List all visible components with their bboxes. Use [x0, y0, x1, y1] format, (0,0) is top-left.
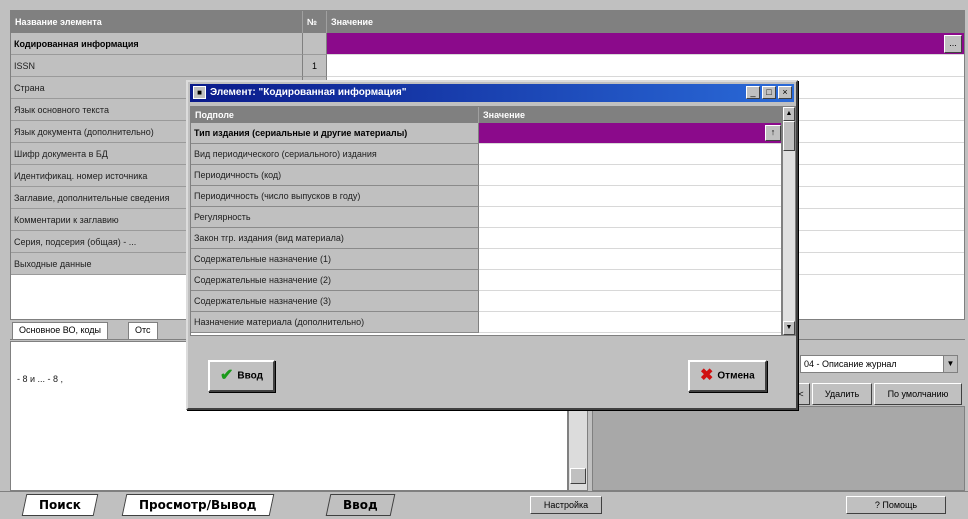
list-item[interactable]: Содержательные назначение (1): [191, 249, 781, 270]
tab-main-codes[interactable]: Основное ВО, коды: [12, 322, 109, 339]
tab-view-output-label: Просмотр/Вывод: [139, 498, 257, 512]
tab-second[interactable]: Отс: [128, 322, 158, 339]
tab-search[interactable]: Поиск: [21, 494, 99, 516]
list-item[interactable]: Содержательные назначение (3): [191, 291, 781, 312]
subfield-label[interactable]: Закон тгр. издания (вид материала): [191, 228, 479, 249]
default-button[interactable]: По умолчанию: [874, 383, 962, 405]
tab-input-label: Ввод: [343, 498, 378, 512]
subfield-label[interactable]: Назначение материала (дополнительно): [191, 312, 479, 333]
column-header-no[interactable]: №: [303, 11, 327, 33]
element-dialog: ■ Элемент: "Кодированная информация" _ □…: [186, 80, 798, 410]
row-value-cell[interactable]: ...: [327, 33, 964, 55]
bottom-bar: Поиск Просмотр/Вывод Ввод Настройка ? По…: [0, 491, 968, 519]
row-number-cell: 1: [303, 55, 327, 77]
subfield-label[interactable]: Периодичность (код): [191, 165, 479, 186]
empty-panel: [592, 406, 965, 491]
list-item[interactable]: Периодичность (число выпусков в году): [191, 186, 781, 207]
list-item[interactable]: Закон тгр. издания (вид материала): [191, 228, 781, 249]
subfield-scrollbar[interactable]: ▲ ▼: [782, 106, 796, 336]
column-header-name[interactable]: Название элемента: [11, 11, 303, 33]
row-value-cell[interactable]: [327, 55, 964, 77]
minimize-icon[interactable]: _: [746, 86, 760, 99]
close-icon[interactable]: ×: [778, 86, 792, 99]
cancel-button[interactable]: ✖ Отмена: [688, 360, 767, 392]
list-item[interactable]: Периодичность (код): [191, 165, 781, 186]
dialog-title: Элемент: "Кодированная информация": [210, 87, 407, 98]
column-header-value[interactable]: Значение: [327, 11, 964, 33]
list-item[interactable]: Регулярность: [191, 207, 781, 228]
subfield-label[interactable]: Периодичность (число выпусков в году): [191, 186, 479, 207]
cross-icon: ✖: [700, 367, 714, 384]
row-name-cell[interactable]: ISSN: [11, 55, 303, 77]
subfield-label[interactable]: Тип издания (сериальные и другие материа…: [191, 123, 479, 144]
subfield-value[interactable]: [479, 312, 781, 333]
subfield-label[interactable]: Вид периодического (сериального) издания: [191, 144, 479, 165]
tab-input[interactable]: Ввод: [325, 494, 396, 516]
table-row[interactable]: Кодированная информация...: [11, 33, 964, 55]
subfield-value[interactable]: [479, 207, 781, 228]
ok-button[interactable]: ✔ Ввод: [208, 360, 275, 392]
subfield-value[interactable]: [479, 228, 781, 249]
chevron-down-icon[interactable]: ▼: [943, 356, 957, 372]
list-item[interactable]: Содержательные назначение (2): [191, 270, 781, 291]
tab-search-label: Поиск: [39, 498, 81, 512]
subfield-label[interactable]: Содержательные назначение (2): [191, 270, 479, 291]
subfield-scroll-thumb[interactable]: [783, 121, 795, 151]
delete-button[interactable]: Удалить: [812, 383, 872, 405]
subfield-value[interactable]: ↑: [479, 123, 781, 144]
worksheet-combo-value: 04 - Описание журнал: [804, 359, 897, 369]
row-name-cell[interactable]: Кодированная информация: [11, 33, 303, 55]
table-row[interactable]: ISSN 1: [11, 55, 964, 77]
subfield-label[interactable]: Содержательные назначение (1): [191, 249, 479, 270]
tab-view-output[interactable]: Просмотр/Вывод: [121, 494, 274, 516]
list-item[interactable]: Назначение материала (дополнительно): [191, 312, 781, 333]
worksheet-combo[interactable]: 04 - Описание журнал ▼: [800, 355, 958, 373]
subfield-value[interactable]: [479, 165, 781, 186]
subfield-label[interactable]: Регулярность: [191, 207, 479, 228]
subfield-value[interactable]: [479, 249, 781, 270]
preview-text: - 8 и ... - 8 ,: [17, 374, 64, 384]
scroll-up-icon[interactable]: ▲: [783, 107, 795, 121]
list-item[interactable]: Тип издания (сериальные и другие материа…: [191, 123, 781, 144]
subfield-grid: Подполе Значение Тип издания (сериальные…: [190, 106, 782, 336]
arrow-up-icon[interactable]: ↑: [765, 125, 781, 141]
subfield-value[interactable]: [479, 291, 781, 312]
subfield-label[interactable]: Содержательные назначение (3): [191, 291, 479, 312]
column-header-subvalue[interactable]: Значение: [479, 107, 781, 123]
cancel-label: Отмена: [717, 370, 755, 382]
scroll-down-icon[interactable]: ▼: [783, 321, 795, 335]
ellipsis-button[interactable]: ...: [944, 35, 962, 53]
maximize-icon[interactable]: □: [762, 86, 776, 99]
dialog-titlebar[interactable]: ■ Элемент: "Кодированная информация" _ □…: [190, 84, 794, 102]
ok-label: Ввод: [237, 370, 263, 382]
subfield-value[interactable]: [479, 270, 781, 291]
list-item[interactable]: Вид периодического (сериального) издания: [191, 144, 781, 165]
checkmark-icon: ✔: [220, 367, 234, 384]
dialog-footer: ✔ Ввод ✖ Отмена: [190, 340, 796, 406]
help-button[interactable]: ? Помощь: [846, 496, 946, 514]
app-icon: ■: [193, 86, 206, 99]
column-header-subfield[interactable]: Подполе: [191, 107, 479, 123]
grid-header: Название элемента № Значение: [11, 11, 964, 33]
settings-button[interactable]: Настройка: [530, 496, 602, 514]
subfield-value[interactable]: [479, 144, 781, 165]
row-number-cell: [303, 33, 327, 55]
preview-scroll-thumb[interactable]: [570, 468, 586, 484]
subfield-value[interactable]: [479, 186, 781, 207]
subfield-grid-header: Подполе Значение: [191, 107, 781, 123]
